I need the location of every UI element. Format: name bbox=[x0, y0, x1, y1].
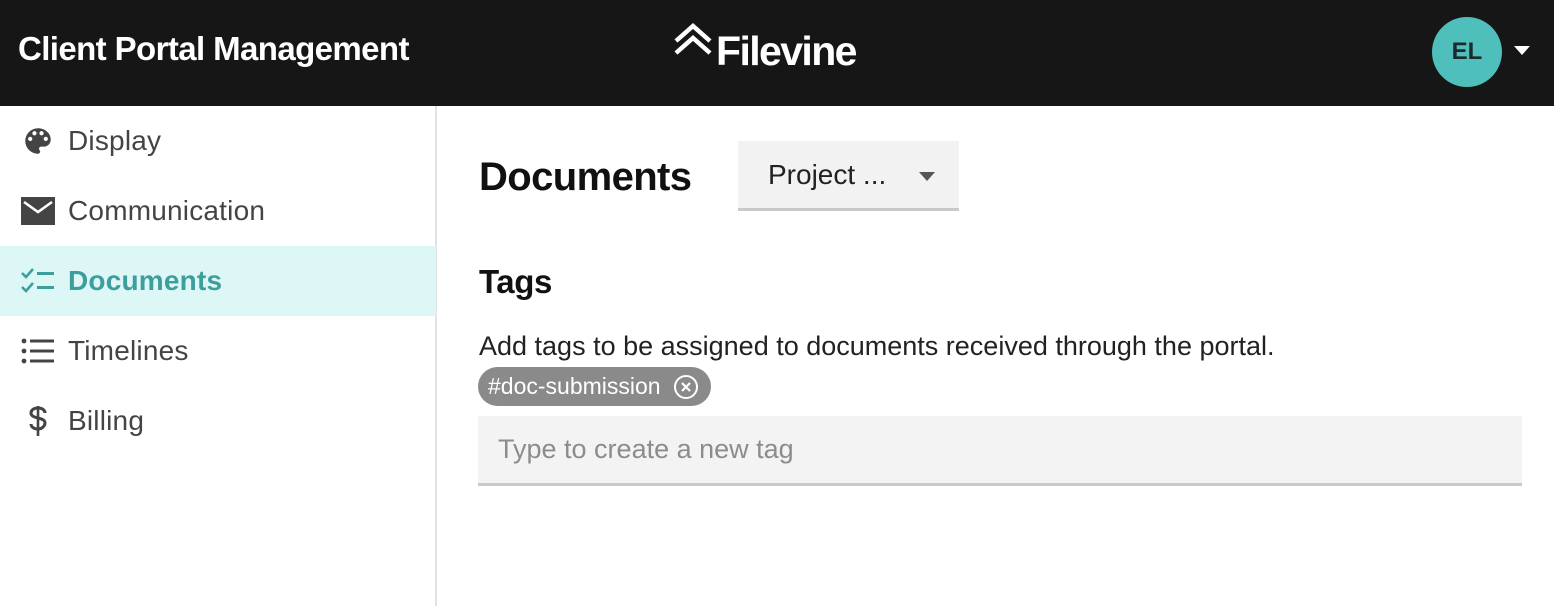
main-content: Documents Project ... Tags Add tags to b… bbox=[439, 106, 1554, 606]
chevron-down-icon bbox=[919, 172, 935, 181]
tag-chip-label: #doc-submission bbox=[488, 373, 661, 399]
user-avatar[interactable]: EL bbox=[1432, 17, 1502, 87]
project-select[interactable]: Project ... bbox=[738, 141, 959, 211]
app-title: Client Portal Management bbox=[18, 30, 409, 67]
checklist-icon bbox=[20, 263, 56, 299]
sidebar-item-label: Timelines bbox=[68, 335, 189, 366]
sidebar-item-communication[interactable]: Communication bbox=[0, 176, 436, 246]
dollar-icon bbox=[20, 403, 56, 439]
tag-chip: #doc-submission bbox=[478, 367, 711, 406]
sidebar-item-label: Documents bbox=[68, 265, 223, 296]
brand-logo[interactable]: Filevine bbox=[672, 20, 857, 76]
sidebar-item-label: Communication bbox=[68, 195, 266, 226]
top-bar: Client Portal Management Filevine EL bbox=[0, 0, 1554, 106]
sidebar-item-display[interactable]: Display bbox=[0, 106, 436, 176]
sidebar-item-label: Billing bbox=[68, 405, 145, 436]
tags-section-title: Tags bbox=[479, 263, 552, 300]
envelope-icon bbox=[20, 193, 56, 229]
double-chevron-up-icon bbox=[674, 22, 712, 55]
tags-description: Add tags to be assigned to documents rec… bbox=[479, 331, 1275, 361]
project-select-value: Project ... bbox=[768, 159, 887, 190]
new-tag-input[interactable] bbox=[478, 416, 1522, 486]
sidebar-item-label: Display bbox=[68, 125, 162, 156]
sidebar-item-timelines[interactable]: Timelines bbox=[0, 316, 436, 386]
user-initials: EL bbox=[1451, 38, 1483, 65]
sidebar-item-documents[interactable]: Documents bbox=[0, 246, 436, 316]
page-title: Documents bbox=[479, 155, 692, 199]
palette-icon bbox=[20, 123, 56, 159]
sidebar-item-billing[interactable]: Billing bbox=[0, 386, 436, 456]
list-icon bbox=[20, 333, 56, 369]
brand-name: Filevine bbox=[716, 28, 857, 74]
remove-tag-icon[interactable] bbox=[673, 374, 699, 400]
account-menu-caret-icon[interactable] bbox=[1514, 46, 1530, 55]
sidebar-nav: Display Communication Documents Timeline… bbox=[0, 106, 437, 606]
